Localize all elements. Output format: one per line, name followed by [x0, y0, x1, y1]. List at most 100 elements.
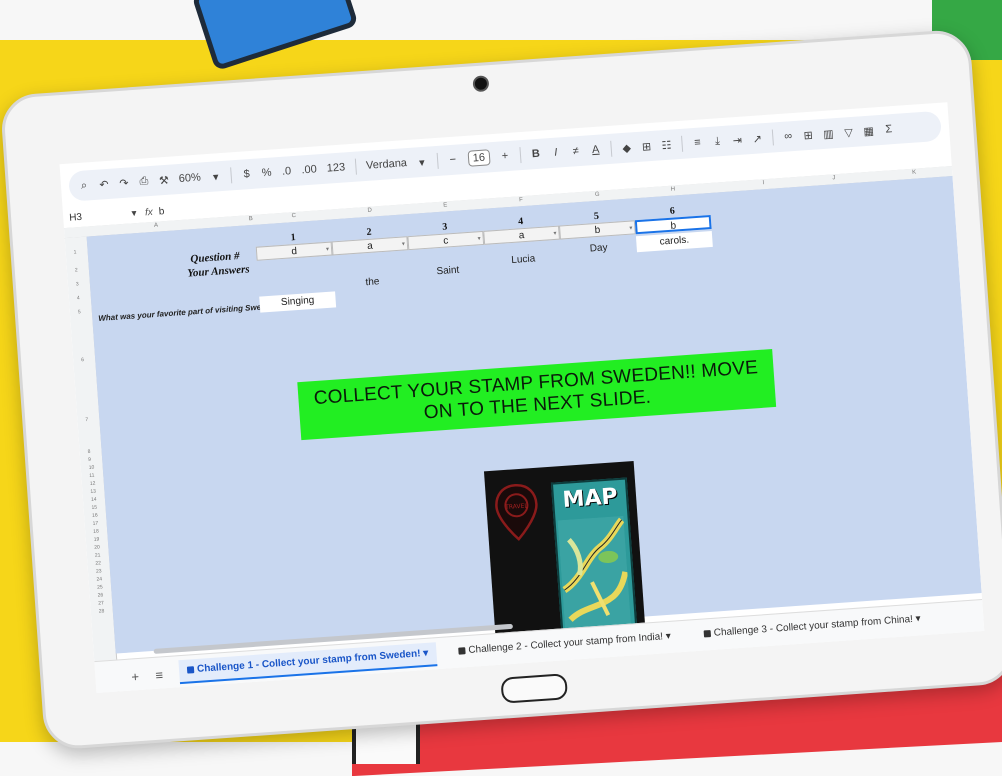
text-wrap-icon[interactable]: ⇥	[732, 133, 743, 147]
row-header[interactable]: 27	[98, 600, 104, 606]
chevron-down-icon[interactable]: ▾	[553, 227, 557, 241]
map-book: MAP	[550, 477, 638, 635]
row-header[interactable]: 28	[99, 608, 105, 614]
row-header[interactable]: 18	[93, 528, 99, 534]
increase-decimal-button[interactable]: .00	[301, 163, 317, 176]
response-cell[interactable]: carols.	[635, 230, 713, 253]
row-header[interactable]: 2	[75, 267, 78, 273]
column-header[interactable]: A	[154, 223, 158, 229]
link-icon[interactable]: ∞	[783, 130, 794, 143]
undo-icon[interactable]: ↶	[99, 177, 110, 191]
response-cell[interactable]: the	[334, 272, 411, 293]
row-header[interactable]: 1	[73, 249, 76, 255]
currency-button[interactable]: $	[241, 168, 252, 181]
row-header[interactable]: 3	[76, 281, 79, 287]
row-header[interactable]: 8	[87, 449, 90, 455]
chevron-down-icon[interactable]: ▾	[210, 170, 221, 184]
response-cell[interactable]: Singing	[259, 291, 337, 313]
font-size-input[interactable]: 16	[467, 149, 491, 167]
functions-button[interactable]: Σ	[883, 123, 894, 136]
chevron-down-icon[interactable]: ▾	[326, 243, 330, 257]
row-header[interactable]: 22	[95, 560, 101, 566]
all-sheets-menu-icon[interactable]: ≡	[155, 667, 164, 682]
response-cell[interactable]: Day	[560, 238, 637, 259]
home-button[interactable]	[500, 673, 569, 704]
column-header[interactable]: C	[291, 213, 296, 219]
row-header[interactable]: 12	[90, 481, 96, 487]
row-header[interactable]: 10	[89, 465, 95, 471]
fx-icon: fx	[144, 206, 154, 218]
chevron-down-icon[interactable]: ▾	[401, 237, 405, 251]
row-header[interactable]: 25	[97, 584, 103, 590]
column-header[interactable]: K	[912, 170, 916, 176]
column-header[interactable]: I	[762, 180, 764, 186]
add-sheet-button[interactable]: +	[131, 669, 140, 684]
redo-icon[interactable]: ↷	[119, 176, 130, 190]
print-icon[interactable]: ⎙	[138, 175, 149, 189]
comment-icon[interactable]: ⊞	[803, 128, 814, 142]
decrease-decimal-button[interactable]: .0	[281, 165, 292, 178]
paint-format-icon[interactable]: ⚒	[158, 173, 170, 187]
row-header[interactable]: 9	[88, 457, 91, 463]
chart-icon[interactable]: ▥	[823, 127, 834, 141]
font-size-decrease-button[interactable]: −	[447, 154, 458, 167]
travel-pin-icon: TRAVEL	[495, 484, 538, 541]
font-select[interactable]: Verdana	[366, 157, 408, 172]
chevron-down-icon[interactable]: ▾	[416, 155, 427, 169]
column-header[interactable]: E	[443, 202, 447, 208]
row-header[interactable]: 5	[78, 309, 81, 315]
row-header[interactable]: 13	[90, 489, 96, 495]
row-header[interactable]: 6	[81, 357, 84, 363]
row-header[interactable]: 21	[95, 552, 101, 558]
sheet-grid[interactable]: Question # Your Answers 1 2 3 4 5 6 d ▾ a…	[86, 176, 982, 654]
text-color-button[interactable]: A	[590, 144, 601, 157]
bold-button[interactable]: B	[530, 148, 541, 161]
response-cell[interactable]: Lucia	[485, 250, 562, 271]
chevron-down-icon[interactable]: ▾	[665, 631, 671, 642]
chevron-down-icon[interactable]: ▾	[629, 222, 633, 236]
row-header[interactable]: 23	[96, 568, 102, 574]
italic-button[interactable]: I	[550, 146, 561, 159]
column-header[interactable]: F	[519, 197, 523, 203]
row-header[interactable]: 14	[91, 497, 97, 503]
name-box[interactable]: H3	[63, 208, 130, 224]
zoom-select[interactable]: 60%	[178, 171, 201, 185]
map-roads-icon	[557, 515, 631, 629]
filter-icon[interactable]: ▽	[843, 125, 854, 139]
chevron-down-icon[interactable]: ▾	[129, 207, 140, 219]
column-header[interactable]: B	[249, 216, 253, 222]
row-header[interactable]: 11	[89, 473, 95, 479]
column-header[interactable]: G	[595, 192, 600, 198]
tablet-view: ⌕ ↶ ↷ ⎙ ⚒ 60% ▾ $ % .0 .00 123 Verdana ▾…	[0, 0, 1002, 776]
align-horizontal-icon[interactable]: ≡	[692, 136, 703, 149]
row-header[interactable]: 26	[97, 592, 103, 598]
text-rotation-icon[interactable]: ↗	[752, 132, 763, 146]
fill-color-icon[interactable]: ◆	[621, 141, 632, 155]
row-header[interactable]: 16	[92, 512, 98, 518]
chevron-down-icon[interactable]: ▾	[915, 613, 921, 624]
row-header[interactable]: 4	[77, 295, 80, 301]
filter-views-icon[interactable]: ▦	[863, 124, 874, 138]
strikethrough-icon[interactable]: ≠	[570, 145, 581, 158]
merge-cells-icon[interactable]: ☷	[661, 138, 672, 152]
chevron-down-icon[interactable]: ▾	[423, 648, 429, 659]
font-size-increase-button[interactable]: +	[500, 150, 511, 163]
answer-value: c	[442, 235, 449, 247]
align-vertical-icon[interactable]: ⤓	[712, 135, 723, 149]
row-header[interactable]: 7	[85, 417, 88, 423]
column-header[interactable]: D	[367, 208, 372, 214]
row-header[interactable]: 24	[96, 576, 102, 582]
borders-icon[interactable]: ⊞	[641, 139, 652, 153]
row-header[interactable]: 20	[94, 544, 100, 550]
row-header[interactable]: 15	[91, 505, 97, 511]
number-format-button[interactable]: 123	[326, 161, 345, 174]
formula-input[interactable]: b	[158, 206, 164, 217]
chevron-down-icon[interactable]: ▾	[477, 232, 481, 246]
column-header[interactable]: H	[671, 186, 676, 192]
response-cell[interactable]: Saint	[409, 261, 486, 282]
column-header[interactable]: J	[832, 175, 835, 181]
row-header[interactable]: 17	[92, 520, 98, 526]
row-header[interactable]: 19	[94, 536, 100, 542]
percent-button[interactable]: %	[261, 167, 272, 180]
search-icon[interactable]: ⌕	[79, 179, 90, 193]
